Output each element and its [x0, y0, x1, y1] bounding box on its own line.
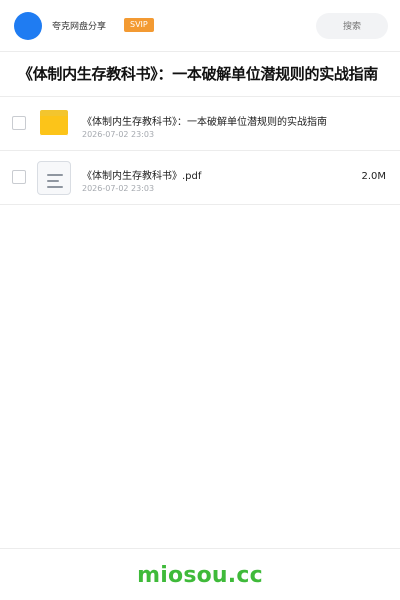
select-checkbox[interactable] [12, 170, 26, 184]
file-name[interactable]: 《体制内生存教科书》.pdf [82, 167, 201, 182]
select-checkbox[interactable] [12, 116, 26, 130]
list-item-file[interactable]: 《体制内生存教科书》.pdf 2026-07-02 23:03 2.0M [0, 151, 400, 205]
search-input[interactable] [316, 13, 388, 39]
file-date: 2026-07-02 23:03 [82, 130, 155, 139]
avatar[interactable] [14, 12, 42, 40]
footer-brand[interactable]: miosou.cc [0, 563, 400, 588]
list-item-folder[interactable]: 《体制内生存教科书》：一本破解单位潜规则的实战指南 2026-07-02 23:… [0, 97, 400, 151]
top-bar: 夸克网盘分享 SVIP [0, 0, 400, 52]
page-title: 《体制内生存教科书》：一本破解单位潜规则的实战指南 [0, 52, 400, 97]
file-name[interactable]: 《体制内生存教科书》：一本破解单位潜规则的实战指南 [82, 113, 327, 128]
folder-icon [40, 110, 68, 136]
svip-badge: SVIP [124, 18, 154, 32]
file-size: 2.0M [361, 171, 386, 182]
footer: miosou.cc [0, 548, 400, 600]
app-name: 夸克网盘分享 [52, 22, 107, 32]
file-date: 2026-07-02 23:03 [82, 184, 155, 193]
document-icon [37, 161, 71, 195]
